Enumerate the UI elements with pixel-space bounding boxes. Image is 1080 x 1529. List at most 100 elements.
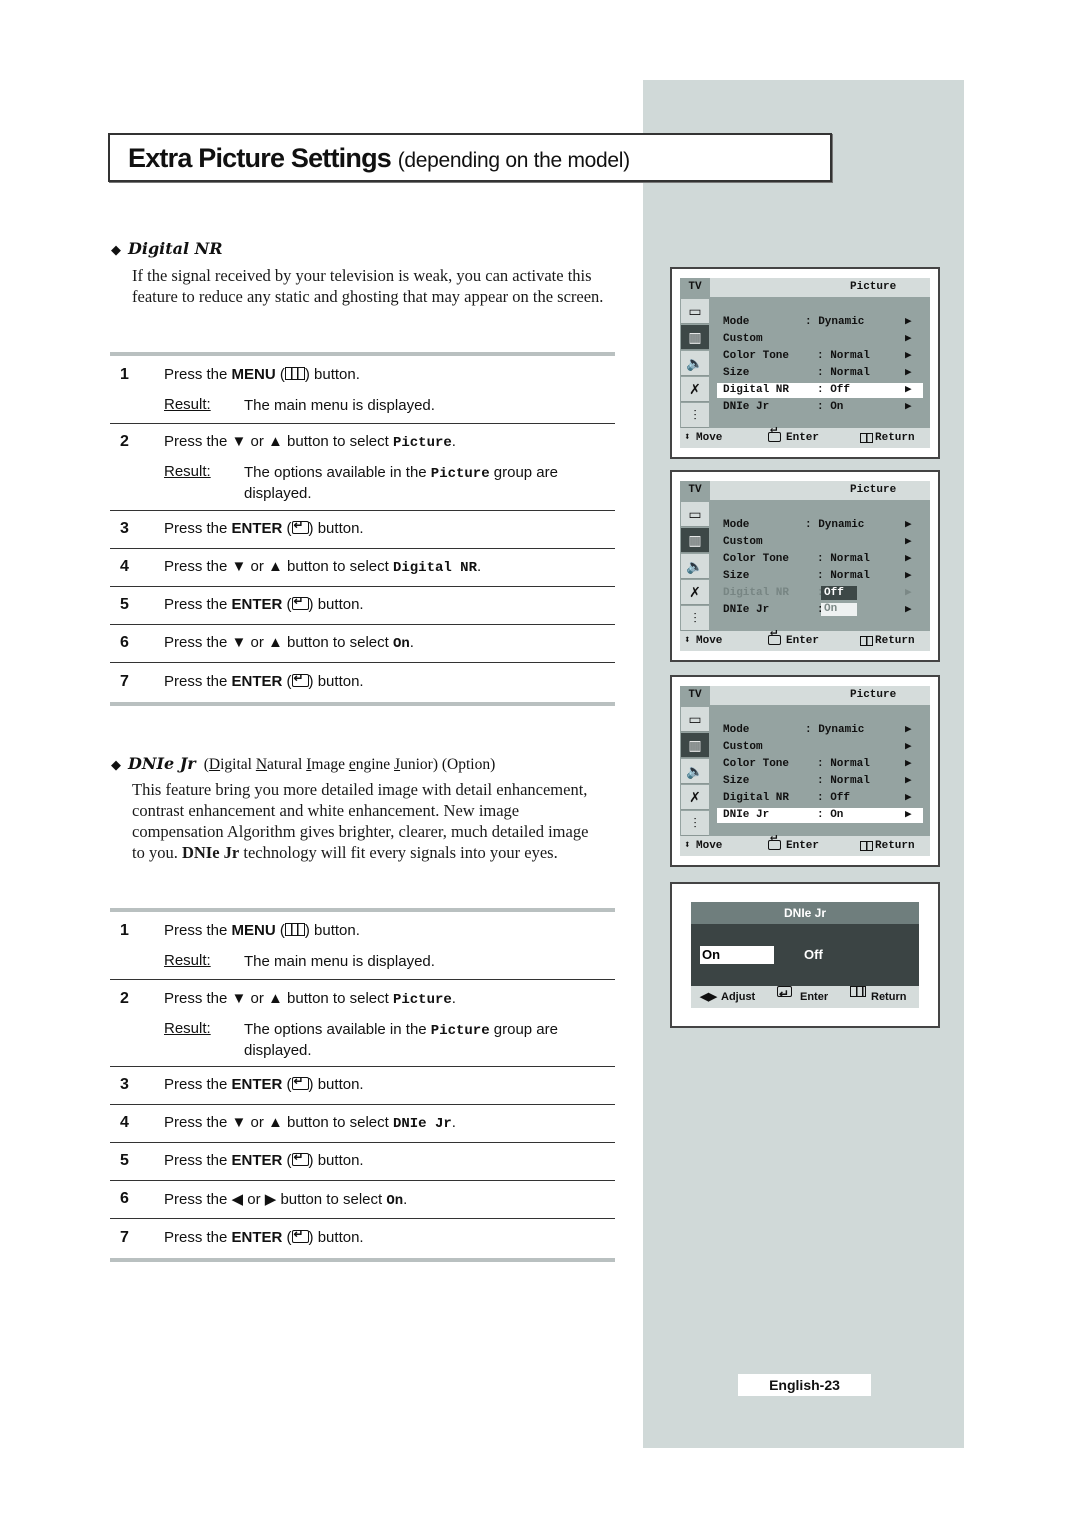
step-text: Press the ENTER () button. [164,594,364,613]
enter-icon [291,1227,309,1243]
step-text: Press the ▼ or ▲ button to select Pictur… [164,433,456,451]
osd-screen-digital-nr: TV Picture ▭ ▥ 🔈 ✗ ⫶ Mode: Dynamic ▶ Custom ▶ Color… [670,267,940,459]
osd-menu-row[interactable]: Mode: Dynamic ▶ [717,518,923,533]
step-number: 5 [120,596,129,613]
chevron-right-icon: ▶ [905,519,912,531]
picture-icon[interactable]: ▥ [681,528,709,553]
result-text: The options available in the Picture gro… [244,463,604,503]
dnie-option-off[interactable]: Off [804,946,823,964]
step-text-pre: Press the [164,366,232,383]
menu-item-code: On [392,636,410,652]
step-text-post: button. [313,1152,364,1169]
divider [110,423,615,424]
osd-row-label: Color Tone [723,758,790,770]
diamond-bullet-icon: ◆ [111,758,121,773]
menu-item-code: Picture [392,992,452,1008]
key-name: MENU [231,366,276,383]
divider [110,586,615,587]
result-text-pre: The options available in the [244,464,431,481]
divider [110,662,615,663]
return-label: Return [875,840,915,852]
osd-screen-dnie: TV Picture ▭ ▥ 🔈 ✗ ⫶ Mode: Dynamic ▶ Custom ▶ Color… [670,675,940,867]
result-text: The main menu is displayed. [244,953,435,970]
osd-row-value: : Dynamic [805,316,865,328]
dnie-popup-title: DNIe Jr [691,902,919,924]
osd-row-value: : Normal [817,758,870,770]
osd-menu-row[interactable]: Digital NR: Off ▶ [717,383,923,398]
input-icon[interactable]: ▭ [681,707,709,732]
osd-row-value: : Normal [817,570,870,582]
osd-menu-row[interactable]: Digital NR:Off▶ [717,586,923,601]
digital-nr-heading: ◆ Digital NR [111,239,223,258]
step-text: Press the ENTER () button. [164,671,364,690]
dnie-option-on[interactable]: On [700,946,774,964]
move-label: Move [696,840,723,852]
sound-icon[interactable]: 🔈 [681,759,709,784]
step-number: 3 [120,520,129,537]
osd-row-value: : Dynamic [805,724,865,736]
osd-menu-row[interactable]: Color Tone: Normal ▶ [717,349,923,364]
channel-icon[interactable]: ✗ [681,785,709,810]
return-label: Return [875,635,915,647]
popup-option-on[interactable]: On [821,603,857,616]
enter-glyph [768,840,781,850]
osd-menu-row[interactable]: Size: Normal ▶ [717,569,923,584]
channel-icon[interactable]: ✗ [681,580,709,605]
osd-menu: TV Picture ▭ ▥ 🔈 ✗ ⫶ Mode: Dynamic ▶ Custom ▶ Color… [680,686,930,856]
chevron-right-icon: ▶ [905,536,912,548]
osd-row-label: Digital NR [723,384,790,396]
picture-icon[interactable]: ▥ [681,733,709,758]
chevron-right-icon: ▶ [905,367,912,379]
osd-top-bar: TV Picture [680,278,930,297]
key-name: ENTER [231,520,283,537]
key-name: MENU [231,922,276,939]
step-text-pre: Press the ▼ or ▲ button to select [164,634,393,651]
osd-menu-row[interactable]: DNIe Jr:On▶ [717,603,923,618]
osd-menu-row[interactable]: Digital NR: Off ▶ [717,791,923,806]
result-label: Result: [164,1020,211,1037]
sound-icon[interactable]: 🔈 [681,351,709,376]
osd-row-label: Size [723,570,750,582]
step-text: Press the MENU () button. [164,922,360,939]
setup-icon[interactable]: ⫶ [681,811,709,836]
key-name: ENTER [231,1076,283,1093]
osd-menu-row[interactable]: Mode: Dynamic ▶ [717,315,923,330]
channel-icon[interactable]: ✗ [681,377,709,402]
step-text: Press the ▼ or ▲ button to select Digita… [164,558,481,576]
osd-menu-row[interactable]: DNIe Jr: On ▶ [717,808,923,823]
step-text-post: button. [309,922,360,939]
osd-menu-row[interactable]: Custom ▶ [717,535,923,550]
enter-icon [291,518,309,534]
divider [110,908,615,912]
step-text: Press the ▼ or ▲ button to select Pictur… [164,990,456,1008]
osd-menu-row[interactable]: Color Tone: Normal ▶ [717,552,923,567]
input-icon[interactable]: ▭ [681,299,709,324]
osd-menu-row[interactable]: Size: Normal ▶ [717,366,923,381]
osd-menu: TV Picture ▭ ▥ 🔈 ✗ ⫶ Mode: Dynamic ▶ Custom ▶ Color… [680,481,930,651]
osd-menu-row[interactable]: Color Tone: Normal ▶ [717,757,923,772]
osd-menu-row[interactable]: Mode: Dynamic ▶ [717,723,923,738]
osd-menu-row[interactable]: Custom ▶ [717,332,923,347]
input-icon[interactable]: ▭ [681,502,709,527]
osd-row-label: Mode [723,519,750,531]
picture-icon[interactable]: ▥ [681,325,709,350]
step-text-post: button. [313,596,364,613]
osd-row-label: Color Tone [723,553,790,565]
enter-glyph [768,635,781,645]
osd-menu-row[interactable]: Size: Normal ▶ [717,774,923,789]
enter-label: Enter [800,991,829,1003]
setup-icon[interactable]: ⫶ [681,606,709,631]
step-number: 2 [120,990,129,1007]
enter-icon [291,594,309,610]
chevron-right-icon: ▶ [905,809,912,821]
osd-footer: ⬍ Move Enter Return [680,631,930,651]
osd-menu-row[interactable]: Custom ▶ [717,740,923,755]
osd-menu-row[interactable]: DNIe Jr: On ▶ [717,400,923,415]
sound-icon[interactable]: 🔈 [681,554,709,579]
popup-option-off[interactable]: Off [821,586,857,600]
menu-group-title: Picture [850,281,897,293]
osd-footer: ⬍ Move Enter Return [680,836,930,856]
step-text-post: . [476,558,482,575]
dnie-popup-screen: DNIe Jr On Off ◀▶ Adjust Enter Return [670,882,940,1028]
setup-icon[interactable]: ⫶ [681,403,709,428]
